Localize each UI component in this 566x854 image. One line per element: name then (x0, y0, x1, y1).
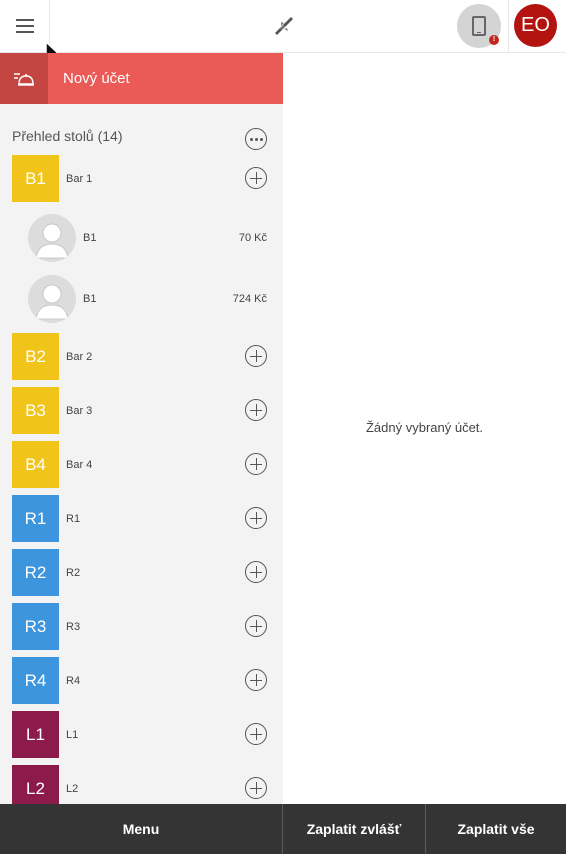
new-account-label: Nový účet (63, 70, 130, 87)
top-bar: ! EO (0, 0, 566, 53)
table-row[interactable]: L1 L1 (0, 711, 283, 758)
account-table: B1 (83, 232, 97, 244)
table-row[interactable]: R3 R3 (0, 603, 283, 650)
table-tile: B3 (12, 387, 59, 434)
add-account-button[interactable] (245, 615, 267, 637)
table-name: R2 (66, 567, 81, 579)
add-account-button[interactable] (245, 669, 267, 691)
add-account-button[interactable] (245, 167, 267, 189)
device-status-button[interactable]: ! (457, 4, 501, 48)
add-account-button[interactable] (245, 399, 267, 421)
table-row[interactable]: L2 L2 (0, 765, 283, 804)
table-row[interactable]: R1 R1 (0, 495, 283, 542)
menu-button[interactable]: Menu (0, 804, 282, 854)
table-tile: L1 (12, 711, 59, 758)
pay-all-button[interactable]: Zaplatit vše (426, 804, 566, 854)
person-icon (28, 214, 76, 262)
rocket-icon (275, 17, 293, 35)
table-tile: B1 (12, 155, 59, 202)
tables-sidebar: Přehled stolů (14) B1 Bar 1 B1 70 Kč B1 … (0, 104, 283, 804)
add-account-button[interactable] (245, 345, 267, 367)
table-tile: R3 (12, 603, 59, 650)
table-tile: B4 (12, 441, 59, 488)
new-account-button[interactable]: Nový účet (0, 53, 283, 104)
account-row[interactable]: B1 724 Kč (0, 275, 283, 323)
table-row[interactable]: B2 Bar 2 (0, 333, 283, 380)
table-row[interactable]: B1 Bar 1 (0, 155, 283, 202)
table-name: Bar 4 (66, 459, 93, 471)
hamburger-menu-button[interactable] (0, 0, 50, 52)
table-row[interactable]: B4 Bar 4 (0, 441, 283, 488)
table-name: L1 (66, 729, 79, 741)
table-name: R4 (66, 675, 81, 687)
table-row[interactable]: R4 R4 (0, 657, 283, 704)
empty-state-message: Žádný vybraný účet. (365, 420, 484, 435)
divider (508, 0, 509, 52)
hamburger-icon (15, 17, 34, 35)
table-name: Bar 2 (66, 351, 93, 363)
alert-badge: ! (489, 35, 499, 45)
user-avatar-button[interactable]: EO (514, 4, 557, 47)
service-bell-icon (0, 53, 48, 104)
more-options-button[interactable] (245, 128, 267, 150)
table-name: L2 (66, 783, 79, 795)
person-icon (28, 275, 76, 323)
add-account-button[interactable] (245, 453, 267, 475)
tablet-icon (472, 16, 486, 36)
table-name: Bar 3 (66, 405, 93, 417)
table-tile: R4 (12, 657, 59, 704)
tables-overview-title: Přehled stolů (14) (12, 128, 123, 144)
add-account-button[interactable] (245, 723, 267, 745)
table-tile: R2 (12, 549, 59, 596)
add-account-button[interactable] (245, 777, 267, 799)
table-name: R3 (66, 621, 81, 633)
pay-separately-button[interactable]: Zaplatit zvlášť (283, 804, 425, 854)
table-row[interactable]: B3 Bar 3 (0, 387, 283, 434)
account-table: B1 (83, 293, 97, 305)
table-name: R1 (66, 513, 81, 525)
table-tile: L2 (12, 765, 59, 804)
table-tile: R1 (12, 495, 59, 542)
add-account-button[interactable] (245, 507, 267, 529)
table-tile: B2 (12, 333, 59, 380)
account-amount: 70 Kč (238, 232, 267, 244)
account-amount: 724 Kč (232, 293, 267, 305)
bottom-bar: Menu Zaplatit zvlášť Zaplatit vše (0, 804, 566, 854)
add-account-button[interactable] (245, 561, 267, 583)
account-row[interactable]: B1 70 Kč (0, 214, 283, 262)
table-row[interactable]: R2 R2 (0, 549, 283, 596)
table-name: Bar 1 (66, 173, 93, 185)
